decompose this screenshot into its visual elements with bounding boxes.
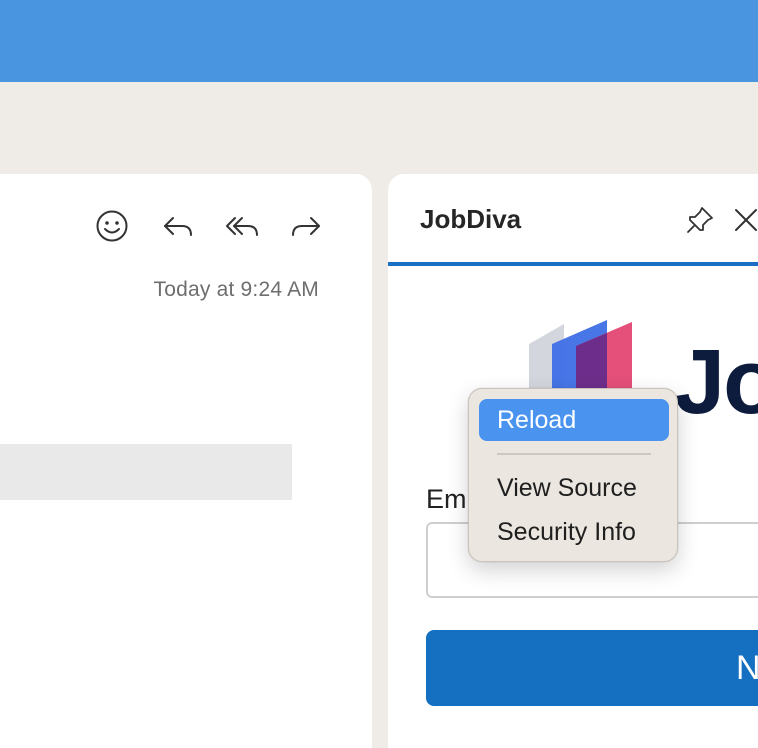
message-timestamp: Today at 9:24 AM: [153, 278, 319, 301]
menu-item-security-info[interactable]: Security Info: [479, 511, 669, 553]
next-button[interactable]: N: [426, 630, 758, 706]
addin-title: JobDiva: [420, 204, 522, 234]
reply-button[interactable]: [158, 206, 198, 246]
email-label: Em: [426, 484, 467, 514]
forward-button[interactable]: [286, 206, 326, 246]
menu-item-view-source[interactable]: View Source: [479, 467, 669, 509]
forward-icon: [292, 217, 320, 236]
logo-text: Jo: [674, 331, 758, 433]
top-bar: [0, 0, 758, 82]
addin-header: JobDiva: [388, 174, 758, 266]
message-content-bar: [0, 444, 292, 500]
app-window: Today at 9:24 AM JobDiva Jo Em N Reload …: [0, 0, 758, 748]
pin-icon: [687, 207, 713, 233]
close-icon: [735, 209, 757, 231]
menu-item-reload[interactable]: Reload: [479, 399, 669, 441]
smiley-icon: [96, 210, 128, 242]
message-pane: Today at 9:24 AM: [0, 174, 372, 748]
message-toolbar: [92, 206, 336, 246]
emoji-button[interactable]: [92, 206, 132, 246]
reply-all-button[interactable]: [222, 206, 262, 246]
context-menu: Reload View Source Security Info: [468, 388, 678, 562]
reply-all-icon: [226, 217, 258, 236]
close-button[interactable]: [728, 202, 758, 238]
reply-icon: [164, 217, 192, 236]
menu-separator: [497, 453, 651, 455]
pin-button[interactable]: [682, 202, 718, 238]
